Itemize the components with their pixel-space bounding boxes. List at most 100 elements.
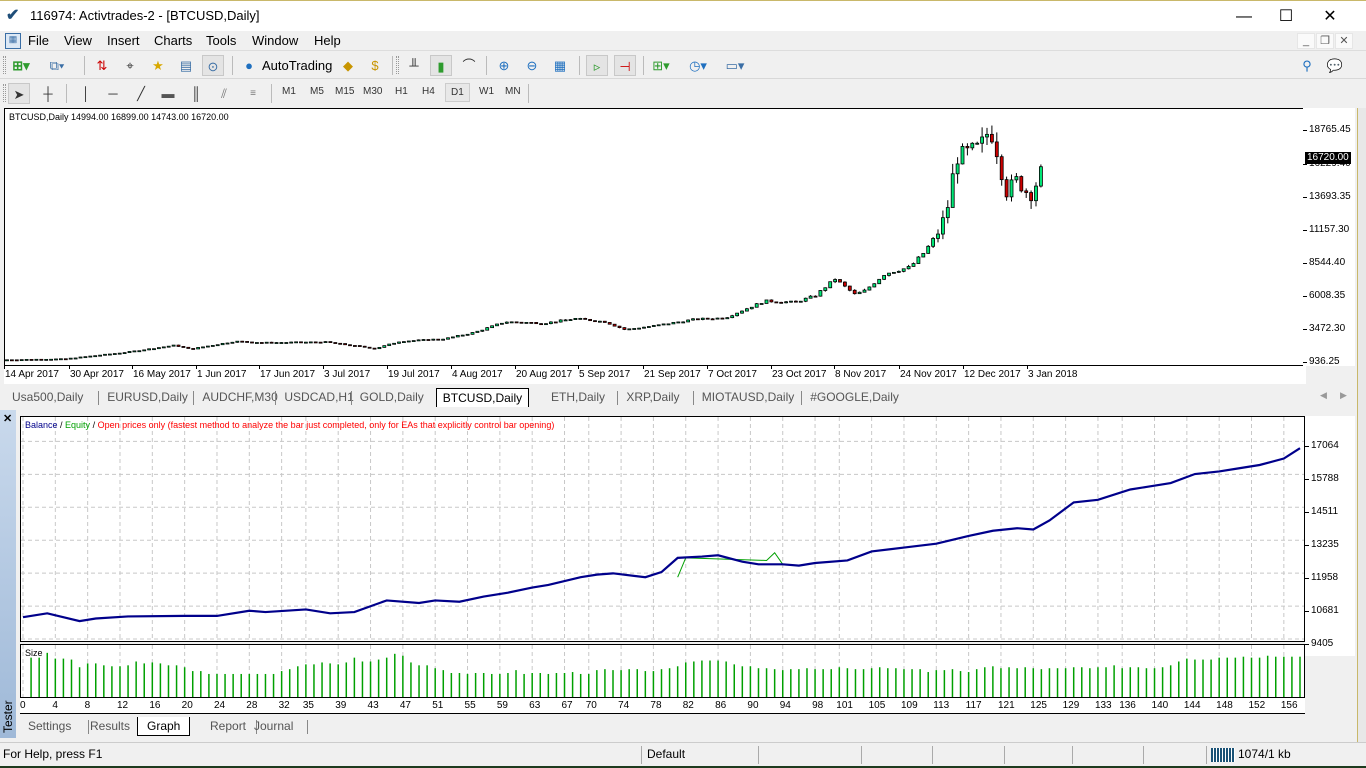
toolbar-grip[interactable] [3,84,6,102]
vertical-scrollbar[interactable] [1357,108,1366,748]
market-watch-icon[interactable]: ⇅ [91,55,113,76]
candle [465,333,470,336]
menu-tools[interactable]: Tools [206,33,236,48]
tester-close-icon[interactable]: ✕ [3,412,12,425]
chart-shift-icon[interactable]: ⊣ [614,55,636,76]
new-chart-icon[interactable]: ⊞▾ [10,55,32,76]
timeframe-h1[interactable]: H1 [395,86,408,97]
zoom-out-icon[interactable]: ⊖ [521,55,543,76]
candle-body [588,318,592,322]
tester-tab-settings[interactable]: Settings [28,717,71,736]
menu-window[interactable]: Window [252,33,298,48]
chart-tab[interactable]: AUDCHF,M30 [202,388,277,407]
candle-body [696,318,700,321]
data-window-icon[interactable]: ▤ [175,55,197,76]
favorites-icon[interactable]: ★ [147,55,169,76]
timeframe-w1[interactable]: W1 [479,86,494,97]
candle [357,345,362,347]
menu-view[interactable]: View [64,33,92,48]
tester-tab-report[interactable]: Report [210,717,246,736]
x-tick-label: 35 [302,700,314,711]
chart-tab[interactable]: ETH,Daily [551,388,605,407]
menu-file[interactable]: File [28,33,49,48]
timeframe-m15[interactable]: M15 [335,86,354,97]
mdi-close-button[interactable]: ✕ [1335,33,1353,49]
tab-scroll-left-icon[interactable]: ◀ [1320,390,1327,401]
timeframe-m30[interactable]: M30 [363,86,382,97]
candle [892,271,896,274]
timeframe-h4[interactable]: H4 [422,86,435,97]
navigator-crosshair-icon[interactable]: ⌖ [119,55,141,76]
strategy-tester-icon[interactable]: ⊙ [202,55,224,76]
rectangle-icon[interactable]: ▬ [157,83,179,104]
maximize-button[interactable]: ☐ [1263,1,1309,32]
minimize-button[interactable]: — [1221,1,1267,32]
timeframe-mn[interactable]: MN [505,86,521,97]
menu-charts[interactable]: Charts [154,33,192,48]
chart-tab[interactable]: MIOTAUSD,Daily [702,388,794,407]
mdi-minimize-button[interactable]: _ [1297,33,1315,49]
chart-tab[interactable]: #GOOGLE,Daily [810,388,899,407]
signals-icon[interactable]: $ [364,55,386,76]
tab-scroll-right-icon[interactable]: ▶ [1340,390,1347,401]
menu-insert[interactable]: Insert [107,33,140,48]
candle-body [73,357,78,360]
equidistant-channel-icon[interactable]: ║ [185,83,207,104]
vertical-line-icon[interactable]: │ [75,83,97,104]
tester-tab-journal[interactable]: Journal [254,717,293,736]
close-button[interactable]: ✕ [1307,1,1353,32]
text-label-icon[interactable]: ≡ [242,83,264,104]
orders-icon[interactable]: ◆ [337,55,359,76]
autotrading-button[interactable]: AutoTrading [262,55,332,76]
child-window-icon[interactable]: ▦ [5,33,21,49]
candle [367,346,372,349]
timeframe-m5[interactable]: M5 [310,86,324,97]
candle [627,328,632,331]
toolbar-grip[interactable] [396,56,399,74]
candlestick-icon[interactable]: ▮ [430,55,452,76]
balance-equity-graph[interactable]: Balance / Equity / Open prices only (fas… [20,416,1305,642]
candle-body [485,327,490,331]
indicators-icon[interactable]: ⊞▾ [650,55,672,76]
price-axis[interactable]: 18765.45 16229.40 13693.35 11157.30 8544… [1303,108,1355,367]
auto-scroll-icon[interactable]: ▹ [586,55,608,76]
mdi-restore-button[interactable]: ❐ [1316,33,1334,49]
tester-tab-graph[interactable]: Graph [137,717,191,736]
chart-tab[interactable]: XRP,Daily [626,388,679,407]
candle [813,295,818,298]
chart-tab[interactable]: Usa500,Daily [12,388,83,407]
date-axis[interactable]: 14 Apr 2017 30 Apr 2017 16 May 2017 1 Jun 2… [4,366,1306,384]
x-tick-label: 43 [367,700,379,711]
drawing-toolbar: ➤ ┼ │ ─ ╱ ▬ ║ ⫽ ≡ M1 M5 M15 M30 H1 H4 D1… [0,80,1366,107]
candle-body [833,279,837,283]
horizontal-line-icon[interactable]: ─ [102,83,124,104]
timeframe-d1[interactable]: D1 [445,83,470,102]
templates-icon[interactable]: ▭▾ [724,55,746,76]
menu-help[interactable]: Help [314,33,341,48]
candle-body [465,333,470,336]
price-chart[interactable]: BTCUSD,Daily 14994.00 16899.00 14743.00 … [4,108,1306,366]
trendline-icon[interactable]: ╱ [130,83,152,104]
search-icon[interactable]: ⚲ [1296,55,1318,76]
autotrading-icon[interactable]: ● [238,55,260,76]
line-chart-icon[interactable]: ⌒ [458,55,480,76]
tester-tab-results[interactable]: Results [90,717,130,736]
bar-chart-icon[interactable]: ╨ [403,55,425,76]
crosshair-icon[interactable]: ┼ [37,83,59,104]
chart-tab[interactable]: BTCUSD,Daily [435,388,530,407]
chat-icon[interactable]: 💬 [1324,55,1346,76]
chart-tab[interactable]: GOLD,Daily [360,388,424,407]
tile-windows-icon[interactable]: ▦ [549,55,571,76]
profiles-icon[interactable]: ⧉▾ [46,55,68,76]
candle-body [274,342,279,344]
timeframe-m1[interactable]: M1 [282,86,296,97]
toolbar-grip[interactable] [3,56,6,74]
periods-icon[interactable]: ◷▾ [687,55,709,76]
fibonacci-fan-icon[interactable]: ⫽ [213,83,235,104]
chart-tab[interactable]: USDCAD,H1 [284,388,353,407]
cursor-icon[interactable]: ➤ [8,83,30,104]
x-tick-label: 117 [965,700,982,711]
zoom-in-icon[interactable]: ⊕ [493,55,515,76]
candle-body [108,353,112,356]
chart-tab[interactable]: EURUSD,Daily [107,388,188,407]
